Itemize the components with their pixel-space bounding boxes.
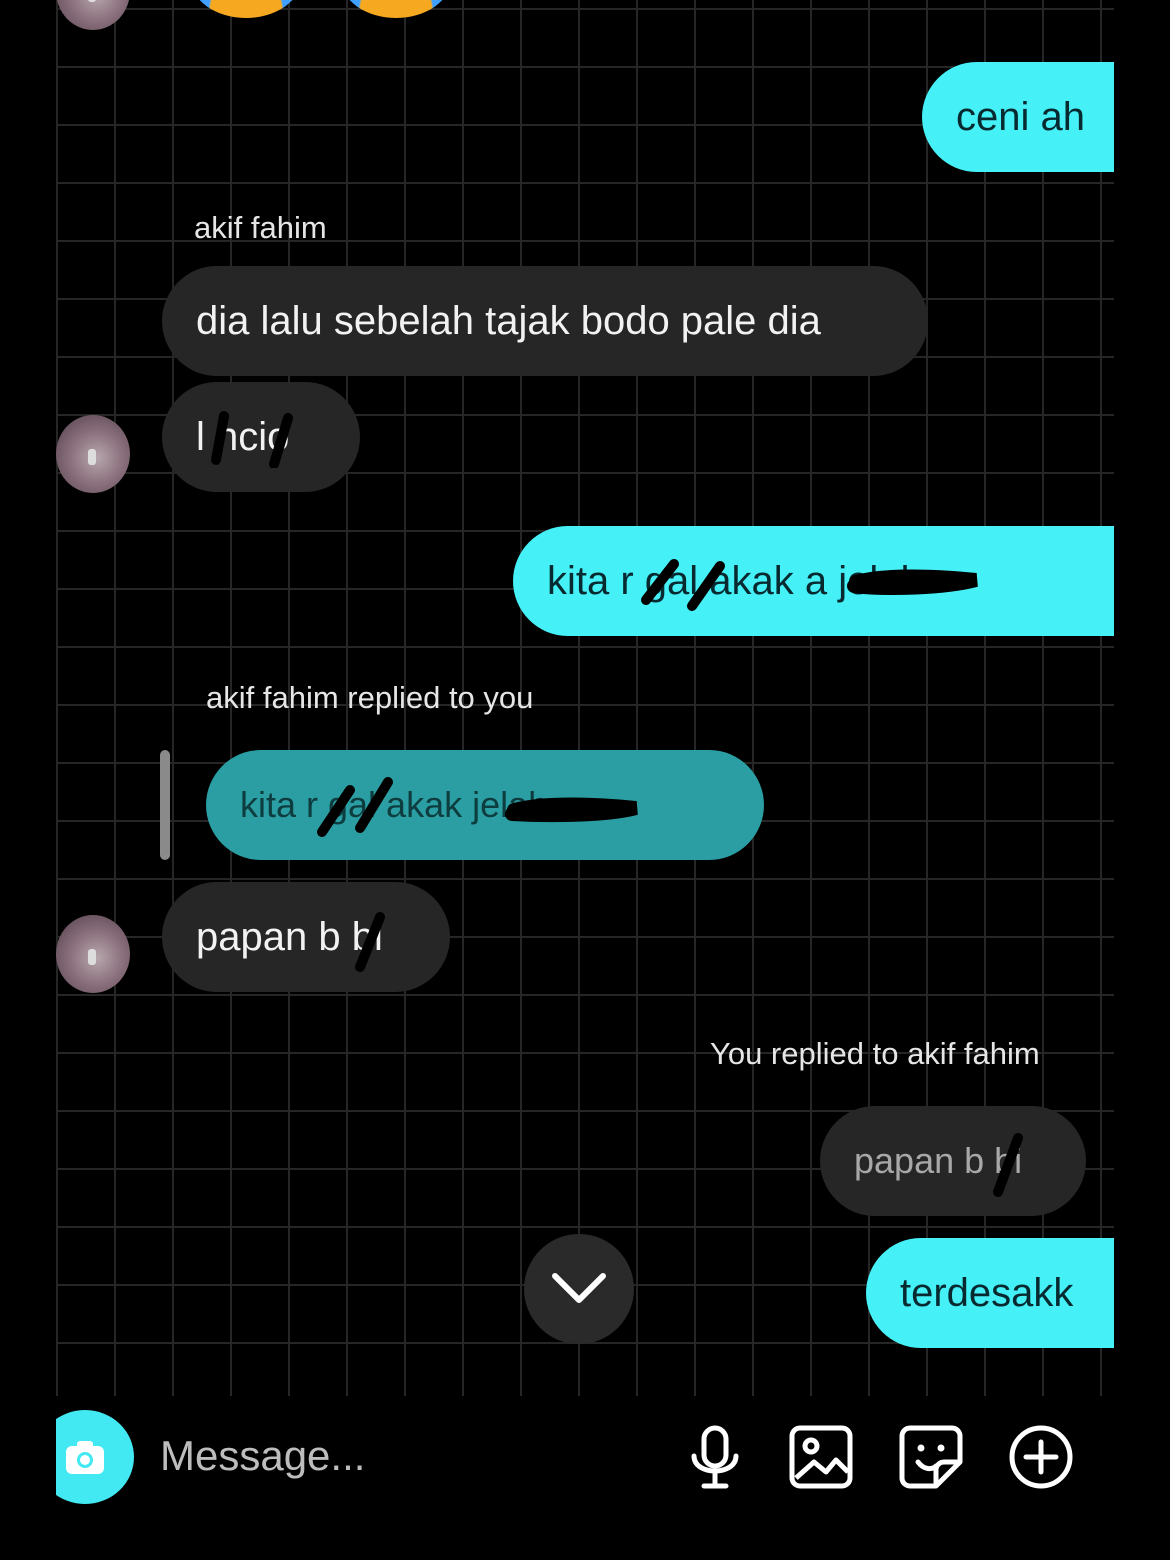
camera-button[interactable]: [56, 1410, 134, 1504]
sent-message[interactable]: kita r gal akak a jelah: [513, 526, 1114, 636]
avatar[interactable]: [56, 0, 130, 30]
message-composer: Message...: [56, 1396, 1114, 1560]
emoji-top-2: [341, 0, 451, 18]
image-icon[interactable]: [786, 1422, 856, 1492]
received-message[interactable]: papan b bi: [162, 882, 450, 992]
avatar[interactable]: [56, 915, 130, 993]
quoted-message[interactable]: kita r gal akak jelah: [206, 750, 764, 860]
sent-message[interactable]: terdesakk: [866, 1238, 1114, 1348]
reply-context-label: You replied to akif fahim: [710, 1036, 1040, 1071]
reply-context-label: akif fahim replied to you: [206, 680, 534, 715]
quoted-message[interactable]: papan b bi: [820, 1106, 1086, 1216]
sticker-icon[interactable]: [896, 1422, 966, 1492]
microphone-icon[interactable]: [680, 1422, 750, 1492]
camera-icon: [66, 1441, 104, 1474]
received-message[interactable]: l ncio: [162, 382, 360, 492]
sender-name: akif fahim: [194, 210, 327, 245]
emoji-top-1: [191, 0, 301, 18]
avatar[interactable]: [56, 415, 130, 493]
received-message[interactable]: dia lalu sebelah tajak bodo pale dia: [162, 266, 928, 376]
message-input[interactable]: Message...: [160, 1424, 640, 1488]
sent-message[interactable]: ceni ah: [922, 62, 1114, 172]
chat-thread[interactable]: ceni ah akif fahim dia lalu sebelah taja…: [56, 0, 1114, 1560]
scroll-to-bottom-button[interactable]: [524, 1234, 634, 1344]
quote-indicator: [160, 750, 170, 860]
plus-circle-icon[interactable]: [1006, 1422, 1076, 1492]
chevron-down-icon: [552, 1273, 606, 1303]
